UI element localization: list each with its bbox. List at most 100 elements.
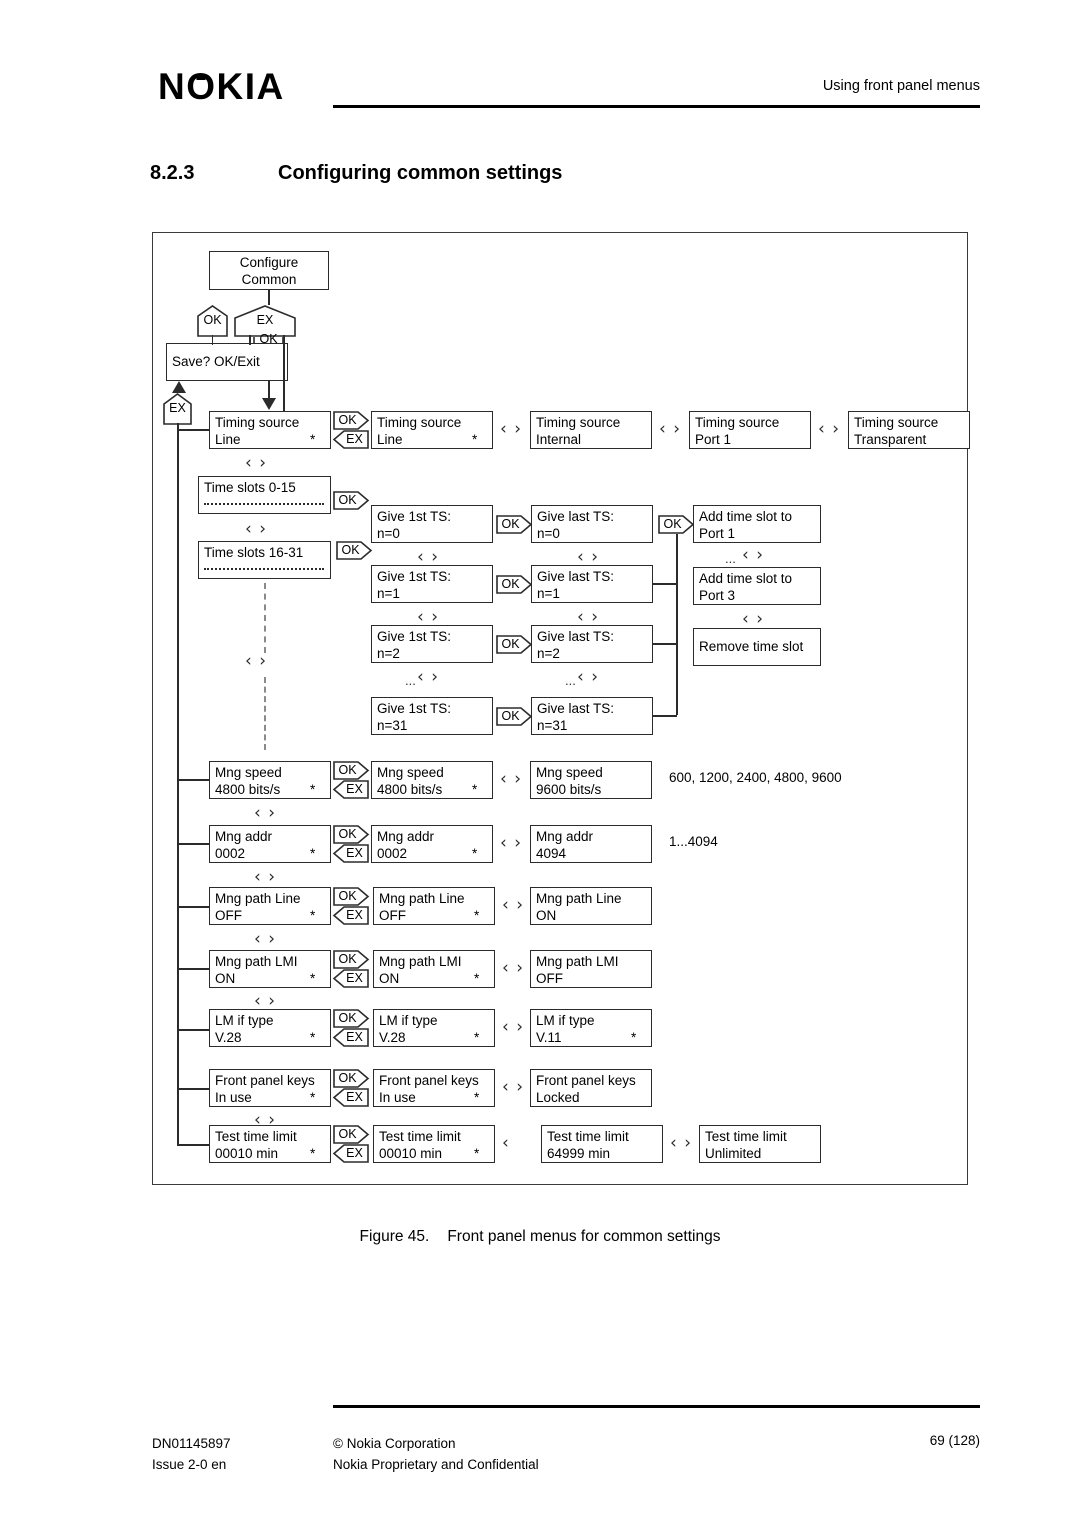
- node-give-last-ts[interactable]: Give last TS: n=2: [531, 625, 653, 663]
- node-mng-speed-alt[interactable]: Mng speed 9600 bits/s: [530, 761, 652, 799]
- nav-arrows-icon[interactable]: ‹ ›: [254, 931, 276, 948]
- node-time-slots-16-31[interactable]: Time slots 16-31: [198, 541, 331, 579]
- key-ex-lm-if-type[interactable]: EX: [332, 1028, 369, 1047]
- nav-arrows-icon[interactable]: ‹ ›: [245, 521, 267, 538]
- key-ex-mng-addr[interactable]: EX: [332, 844, 369, 863]
- node-line1: Give 1st TS:: [377, 569, 452, 584]
- selection-star: *: [474, 1146, 480, 1161]
- node-lm-if-type-current[interactable]: LM if type V.28 *: [209, 1009, 331, 1047]
- node-test-time-limit-edit[interactable]: Test time limit 00010 min *: [373, 1125, 495, 1163]
- key-ex-label: EX: [169, 401, 186, 416]
- node-timing-source-option[interactable]: Timing source Line *: [371, 411, 493, 449]
- node-mng-speed-edit[interactable]: Mng speed 4800 bits/s *: [371, 761, 493, 799]
- node-front-panel-keys-alt[interactable]: Front panel keys Locked: [530, 1069, 652, 1107]
- continuation-dashes: [264, 677, 266, 750]
- key-ok-test-time-limit[interactable]: OK: [333, 1125, 370, 1144]
- key-ok-timing[interactable]: OK: [333, 411, 370, 430]
- nav-arrows-icon[interactable]: ‹ ›: [245, 455, 267, 472]
- node-give-last-ts[interactable]: Give last TS: n=1: [531, 565, 653, 603]
- node-add-time-slot-port3[interactable]: Add time slot to Port 3: [693, 567, 821, 605]
- key-ok-ts[interactable]: OK: [496, 635, 533, 654]
- nav-arrows-icon[interactable]: ‹ ›: [254, 805, 276, 822]
- node-lm-if-type-alt[interactable]: LM if type V.11 *: [530, 1009, 652, 1047]
- node-mng-path-lmi-current[interactable]: Mng path LMI ON *: [209, 950, 331, 988]
- node-give-first-ts[interactable]: Give 1st TS: n=1: [371, 565, 493, 603]
- node-timing-source-option[interactable]: Timing source Port 1: [689, 411, 811, 449]
- node-front-panel-keys-edit[interactable]: Front panel keys In use *: [373, 1069, 495, 1107]
- selection-star: *: [310, 908, 316, 923]
- node-mng-addr-alt[interactable]: Mng addr 4094: [530, 825, 652, 863]
- node-give-last-ts[interactable]: Give last TS: n=0: [531, 505, 653, 543]
- node-front-panel-keys-current[interactable]: Front panel keys In use *: [209, 1069, 331, 1107]
- key-ex-test-time-limit[interactable]: EX: [332, 1144, 369, 1163]
- key-ex-mng-speed[interactable]: EX: [332, 780, 369, 799]
- nav-arrows-icon[interactable]: ‹ ›: [254, 869, 276, 886]
- node-mng-addr-edit[interactable]: Mng addr 0002 *: [371, 825, 493, 863]
- nav-arrows-icon[interactable]: ‹ ›: [417, 609, 439, 626]
- key-ok-mng-addr[interactable]: OK: [333, 825, 370, 844]
- node-give-first-ts[interactable]: Give 1st TS: n=2: [371, 625, 493, 663]
- nav-arrows-icon[interactable]: ‹ ›: [502, 960, 524, 977]
- node-timing-source-option[interactable]: Timing source Transparent: [848, 411, 970, 449]
- nav-arrows-icon[interactable]: ‹ ›: [500, 421, 522, 438]
- node-give-first-ts[interactable]: Give 1st TS: n=31: [371, 697, 493, 735]
- key-ok-ts[interactable]: OK: [496, 575, 533, 594]
- key-ok-ts[interactable]: OK: [496, 515, 533, 534]
- node-remove-time-slot[interactable]: Remove time slot: [693, 628, 821, 666]
- nav-arrows-icon[interactable]: ‹ ›: [577, 669, 599, 686]
- node-configure-common[interactable]: Configure Common: [209, 251, 329, 290]
- key-ok-time-slots-0-15[interactable]: OK: [333, 491, 370, 510]
- node-mng-addr-current[interactable]: Mng addr 0002 *: [209, 825, 331, 863]
- nav-arrows-icon[interactable]: ‹ ›: [500, 771, 522, 788]
- key-ok-front-panel-keys[interactable]: OK: [333, 1069, 370, 1088]
- key-ok-mng-speed[interactable]: OK: [333, 761, 370, 780]
- nav-arrows-icon[interactable]: ‹ ›: [670, 1135, 692, 1152]
- node-test-time-limit-unlimited[interactable]: Test time limit Unlimited: [699, 1125, 821, 1163]
- key-ok-mng-path-line[interactable]: OK: [333, 887, 370, 906]
- key-ok-ts[interactable]: OK: [496, 707, 533, 726]
- nav-arrows-icon[interactable]: ‹ ›: [577, 609, 599, 626]
- node-add-time-slot-port1[interactable]: Add time slot to Port 1: [693, 505, 821, 543]
- key-ok-time-slots-16-31[interactable]: OK: [336, 541, 373, 560]
- key-ok-time-slot-action[interactable]: OK: [658, 515, 695, 534]
- node-timing-source-current[interactable]: Timing source Line *: [209, 411, 331, 449]
- key-ex-mng-path-lmi[interactable]: EX: [332, 969, 369, 988]
- node-give-first-ts[interactable]: Give 1st TS: n=0: [371, 505, 493, 543]
- nav-arrows-icon[interactable]: ‹ ›: [502, 897, 524, 914]
- nav-arrows-icon[interactable]: ‹ ›: [577, 549, 599, 566]
- key-ex-timing[interactable]: EX: [332, 430, 369, 449]
- node-line2: n=0: [537, 526, 560, 541]
- key-ok-lm-if-type[interactable]: OK: [333, 1009, 370, 1028]
- node-mng-speed-current[interactable]: Mng speed 4800 bits/s *: [209, 761, 331, 799]
- key-ex-mng-path-line[interactable]: EX: [332, 906, 369, 925]
- node-line1: Front panel keys: [215, 1073, 315, 1088]
- node-time-slots-0-15[interactable]: Time slots 0-15: [198, 476, 331, 514]
- nav-arrows-icon[interactable]: ‹ ›: [245, 653, 267, 670]
- node-mng-path-line-current[interactable]: Mng path Line OFF *: [209, 887, 331, 925]
- nav-arrows-icon[interactable]: ‹ ›: [502, 1019, 524, 1036]
- key-ex-front-panel-keys[interactable]: EX: [332, 1088, 369, 1107]
- nav-arrows-icon[interactable]: ‹ ›: [742, 611, 764, 628]
- node-timing-source-option[interactable]: Timing source Internal: [530, 411, 652, 449]
- node-lm-if-type-edit[interactable]: LM if type V.28 *: [373, 1009, 495, 1047]
- node-mng-path-lmi-edit[interactable]: Mng path LMI ON *: [373, 950, 495, 988]
- node-mng-path-line-edit[interactable]: Mng path Line OFF *: [373, 887, 495, 925]
- page-title: Configuring common settings: [278, 162, 563, 184]
- nav-arrows-icon[interactable]: ‹ ›: [818, 421, 840, 438]
- nav-arrows-icon[interactable]: ‹ ›: [500, 835, 522, 852]
- node-save-prompt[interactable]: Save? OK/Exit: [166, 343, 288, 381]
- nav-arrows-icon[interactable]: ‹ ›: [417, 549, 439, 566]
- key-ex-return[interactable]: EX: [163, 393, 192, 425]
- nav-arrows-icon[interactable]: ‹ ›: [502, 1079, 524, 1096]
- key-ok-mng-path-lmi[interactable]: OK: [333, 950, 370, 969]
- node-test-time-limit-max[interactable]: Test time limit 64999 min: [541, 1125, 663, 1163]
- node-mng-path-lmi-alt[interactable]: Mng path LMI OFF: [530, 950, 652, 988]
- node-mng-path-line-alt[interactable]: Mng path Line ON: [530, 887, 652, 925]
- nav-arrows-icon[interactable]: ‹ ›: [742, 547, 764, 564]
- node-give-last-ts[interactable]: Give last TS: n=31: [531, 697, 653, 735]
- node-test-time-limit-current[interactable]: Test time limit 00010 min *: [209, 1125, 331, 1163]
- key-ok-save[interactable]: OK: [197, 305, 228, 337]
- nav-arrows-icon[interactable]: ‹ ›: [417, 669, 439, 686]
- nav-arrows-icon[interactable]: ‹ ›: [254, 993, 276, 1010]
- nav-arrows-icon[interactable]: ‹ ›: [659, 421, 681, 438]
